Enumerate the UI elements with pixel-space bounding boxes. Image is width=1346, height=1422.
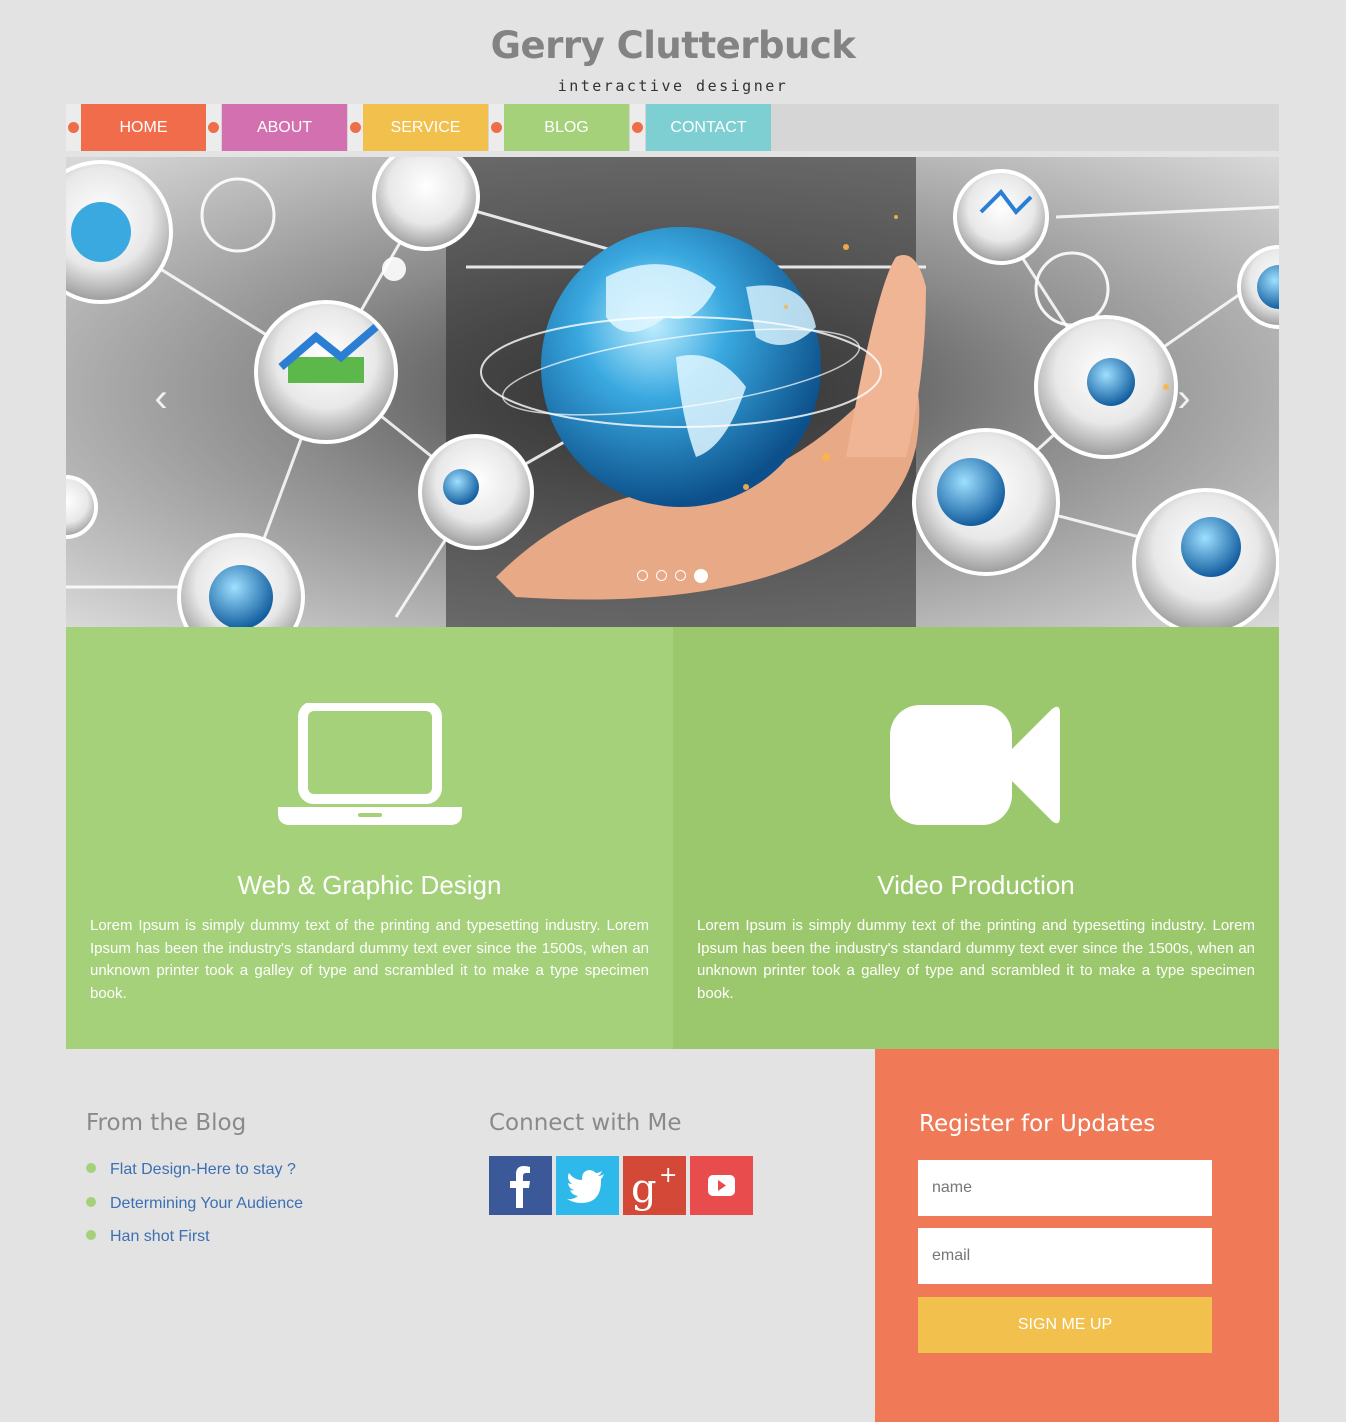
facebook-icon[interactable] [489, 1156, 552, 1215]
nav-item-about[interactable]: ABOUT [222, 104, 347, 151]
slider-dot[interactable] [656, 570, 667, 581]
slider-dot-active[interactable] [694, 569, 708, 583]
site-title: Gerry Clutterbuck [490, 24, 856, 67]
svg-text:g: g [631, 1166, 657, 1212]
site-subtitle: interactive designer [557, 77, 789, 95]
blog-heading: From the Blog [86, 1110, 247, 1136]
feature-video-production: Video Production Lorem Ipsum is simply d… [673, 627, 1279, 1049]
name-field[interactable] [918, 1160, 1212, 1216]
nav-separator [206, 104, 221, 151]
email-field[interactable] [918, 1228, 1212, 1284]
nav-separator [489, 104, 504, 151]
chevron-left-icon[interactable]: ‹ [146, 378, 176, 418]
hero-slider [66, 157, 1279, 627]
hero-image [66, 157, 1279, 627]
bullet-icon [86, 1163, 96, 1173]
blog-link[interactable]: Flat Design-Here to stay ? [86, 1161, 296, 1179]
connect-heading: Connect with Me [489, 1110, 682, 1136]
slider-dot[interactable] [675, 570, 686, 581]
twitter-icon[interactable] [556, 1156, 619, 1215]
nav-separator [630, 104, 645, 151]
blog-link[interactable]: Determining Your Audience [86, 1195, 303, 1213]
slider-dot[interactable] [637, 570, 648, 581]
nav-item-service[interactable]: SERVICE [363, 104, 488, 151]
nav-item-home[interactable]: HOME [81, 104, 206, 151]
nav-item-contact[interactable]: CONTACT [646, 104, 771, 151]
bullet-icon [86, 1197, 96, 1207]
feature-web-design: Web & Graphic Design Lorem Ipsum is simp… [66, 627, 673, 1049]
nav-separator [348, 104, 363, 151]
feature-description: Lorem Ipsum is simply dummy text of the … [90, 917, 649, 1002]
feature-title: Video Production [877, 870, 1075, 900]
google-plus-icon[interactable]: g + [623, 1156, 686, 1215]
laptop-icon [278, 703, 462, 825]
feature-description: Lorem Ipsum is simply dummy text of the … [697, 917, 1255, 1002]
register-panel: Register for Updates SIGN ME UP [875, 1049, 1279, 1422]
svg-text:+: + [659, 1163, 677, 1188]
nav-item-blog[interactable]: BLOG [504, 104, 629, 151]
nav-separator [66, 104, 81, 151]
sign-up-button[interactable]: SIGN ME UP [918, 1297, 1212, 1353]
bullet-icon [86, 1230, 96, 1240]
youtube-icon[interactable] [690, 1156, 753, 1215]
chevron-right-icon[interactable]: › [1169, 378, 1199, 418]
video-camera-icon [890, 705, 1060, 825]
feature-title: Web & Graphic Design [237, 870, 502, 900]
blog-link[interactable]: Han shot First [86, 1228, 210, 1246]
main-nav: HOME ABOUT SERVICE BLOG CONTACT [66, 104, 1279, 151]
register-heading: Register for Updates [919, 1111, 1156, 1137]
